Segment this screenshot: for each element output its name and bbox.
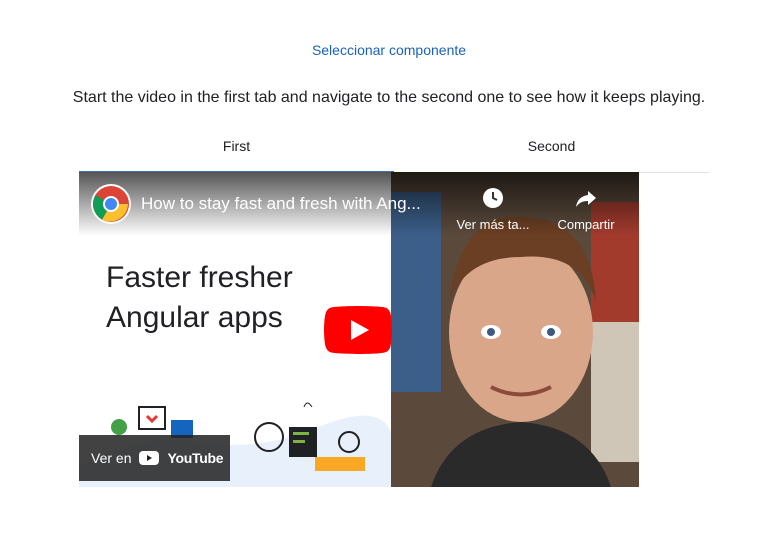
youtube-logo-icon <box>139 451 160 465</box>
share-icon <box>576 191 596 207</box>
youtube-wordmark: YouTube <box>167 450 224 466</box>
channel-avatar[interactable] <box>91 184 131 224</box>
watch-on-label: Ver en <box>91 450 132 466</box>
page-description: Start the video in the first tab and nav… <box>72 89 706 106</box>
tab-first[interactable]: First <box>79 128 394 173</box>
watch-later-label: Ver más ta... <box>456 217 530 232</box>
select-component-link[interactable]: Seleccionar componente <box>0 42 778 58</box>
thumbnail-heading-line1: Faster fresher <box>106 261 293 294</box>
chrome-logo-icon <box>92 186 129 222</box>
clock-icon <box>483 188 503 208</box>
share-button[interactable]: Compartir <box>541 186 631 232</box>
tab-bar: First Second <box>79 128 709 173</box>
play-button-icon[interactable] <box>324 306 392 354</box>
thumbnail-heading: Faster fresher Angular apps <box>106 258 293 338</box>
thumbnail-heading-line2: Angular apps <box>106 301 283 334</box>
watch-on-youtube-button[interactable]: Ver en YouTube <box>79 435 230 481</box>
video-player[interactable]: Faster fresher Angular apps How to stay … <box>79 172 639 487</box>
tab-second[interactable]: Second <box>394 128 709 172</box>
watch-later-button[interactable]: Ver más ta... <box>448 186 538 232</box>
share-label: Compartir <box>557 217 615 232</box>
video-title[interactable]: How to stay fast and fresh with Ang... <box>141 194 421 214</box>
